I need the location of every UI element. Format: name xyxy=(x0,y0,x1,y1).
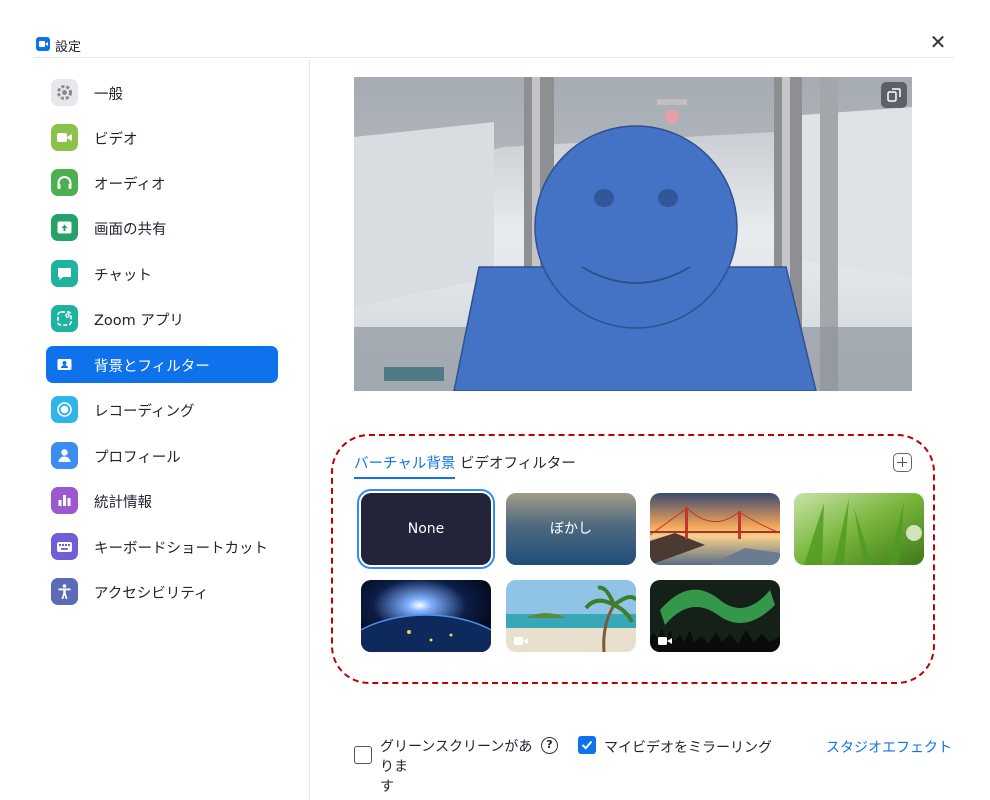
sidebar-item-label: 背景とフィルター xyxy=(94,359,210,375)
sidebar-item-general[interactable]: 一般 xyxy=(46,74,278,111)
copy-icon xyxy=(887,88,901,102)
zoom-apps-icon xyxy=(51,305,78,332)
video-camera-icon xyxy=(514,637,528,645)
background-option-none[interactable]: None xyxy=(357,489,495,569)
zoom-camera-icon xyxy=(36,37,50,51)
title-bar: 設定 ✕ xyxy=(34,30,954,58)
tab-virtual-background[interactable]: バーチャル背景 xyxy=(354,452,456,479)
tab-video-filters[interactable]: ビデオフィルター xyxy=(460,452,576,479)
sidebar-item-video[interactable]: ビデオ xyxy=(46,119,278,156)
green-screen-checkbox[interactable] xyxy=(354,746,372,764)
sidebar-item-audio[interactable]: オーディオ xyxy=(46,164,278,201)
statistics-icon xyxy=(51,487,78,514)
sidebar-item-recording[interactable]: レコーディング xyxy=(46,391,278,428)
background-option-grass[interactable] xyxy=(794,493,924,565)
earth-thumbnail xyxy=(361,580,491,652)
close-icon: ✕ xyxy=(929,30,947,54)
sidebar-item-label: Zoom アプリ xyxy=(94,313,184,329)
background-option-earth[interactable] xyxy=(361,580,491,652)
mirror-video-label: マイビデオをミラーリング xyxy=(604,740,772,756)
chat-bubble-icon xyxy=(51,260,78,287)
green-screen-label: グリーンスクリーンがありま す xyxy=(380,739,533,795)
headphones-icon xyxy=(51,169,78,196)
background-option-label: None xyxy=(407,521,445,537)
sidebar-item-label: レコーディング xyxy=(94,404,195,420)
background-option-blur[interactable]: ぼかし xyxy=(506,493,636,565)
golden-gate-thumbnail xyxy=(650,493,780,565)
background-option-aurora[interactable] xyxy=(650,580,780,652)
keyboard-icon xyxy=(51,533,78,560)
sidebar-item-label: オーディオ xyxy=(94,177,166,193)
sidebar-item-label: 統計情報 xyxy=(94,495,152,511)
video-camera-icon xyxy=(658,637,672,645)
sidebar-item-label: 画面の共有 xyxy=(94,222,167,238)
video-preview xyxy=(354,77,912,391)
sidebar-item-statistics[interactable]: 統計情報 xyxy=(46,482,278,519)
background-icon xyxy=(51,351,78,378)
profile-icon xyxy=(51,442,78,469)
help-icon[interactable]: ? xyxy=(541,737,558,754)
sidebar-item-label: プロフィール xyxy=(94,450,181,466)
camera-preview-image xyxy=(354,77,912,391)
background-option-label: ぼかし xyxy=(550,521,592,537)
background-option-golden-gate[interactable] xyxy=(650,493,780,565)
record-icon xyxy=(51,396,78,423)
window-title: 設定 xyxy=(55,40,82,55)
checkmark-icon xyxy=(581,740,593,750)
studio-effects-link[interactable]: スタジオエフェクト xyxy=(826,737,952,757)
sidebar-item-label: ビデオ xyxy=(94,132,138,148)
sidebar-item-share-screen[interactable]: 画面の共有 xyxy=(46,209,278,246)
sidebar-item-chat[interactable]: チャット xyxy=(46,255,278,292)
grass-thumbnail xyxy=(794,493,924,565)
sidebar-item-profile[interactable]: プロフィール xyxy=(46,437,278,474)
gear-icon xyxy=(51,79,78,106)
mirror-video-checkbox[interactable] xyxy=(578,736,596,754)
settings-sidebar: 一般 ビデオ オーディオ 画面の共有 チャット Zoom アプリ 背景とフィルタ… xyxy=(34,60,310,800)
sidebar-item-background-filters[interactable]: 背景とフィルター xyxy=(46,346,278,383)
share-screen-icon xyxy=(51,214,78,241)
accessibility-icon xyxy=(51,578,78,605)
sidebar-item-keyboard-shortcuts[interactable]: キーボードショートカット xyxy=(46,528,278,565)
sidebar-item-accessibility[interactable]: アクセシビリティ xyxy=(46,573,278,610)
sidebar-item-label: 一般 xyxy=(94,87,123,103)
add-background-button[interactable] xyxy=(893,453,912,472)
sidebar-item-label: チャット xyxy=(94,268,152,284)
close-button[interactable]: ✕ xyxy=(928,32,948,52)
sidebar-item-label: アクセシビリティ xyxy=(94,586,209,602)
video-camera-icon xyxy=(51,124,78,151)
sidebar-item-zoom-apps[interactable]: Zoom アプリ xyxy=(46,300,278,337)
background-option-beach[interactable] xyxy=(506,580,636,652)
sidebar-item-label: キーボードショートカット xyxy=(94,541,268,557)
popout-button[interactable] xyxy=(881,82,907,108)
